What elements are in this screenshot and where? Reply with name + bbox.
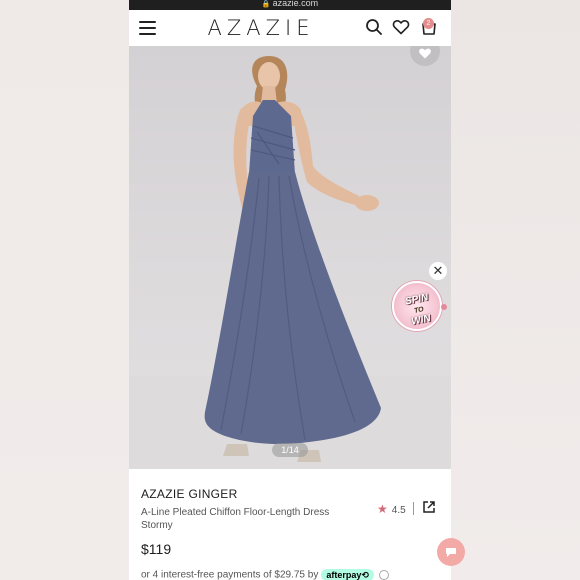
chat-icon	[446, 548, 456, 557]
phone-screen: 🔒 azazie.com AZAZIE 2 ✕ SPIN TO WIN 1/14…	[129, 0, 451, 580]
menu-icon[interactable]	[139, 21, 156, 35]
divider	[413, 502, 414, 515]
product-price: $119	[141, 541, 172, 557]
afterpay-text: or 4 interest-free payments of $29.75 by	[141, 569, 319, 580]
image-counter: 1/14	[272, 443, 308, 457]
afterpay-line: or 4 interest-free payments of $29.75 by…	[141, 569, 389, 580]
info-icon[interactable]	[378, 570, 389, 580]
product-info: AZAZIE GINGER A-Line Pleated Chiffon Flo…	[129, 469, 451, 580]
star-icon: ★	[377, 502, 388, 516]
chat-button[interactable]	[437, 538, 465, 566]
url-text: azazie.com	[272, 0, 319, 8]
close-promo-icon[interactable]: ✕	[429, 262, 447, 280]
site-header: AZAZIE 2	[129, 10, 451, 46]
model-photo	[129, 56, 451, 469]
cart-count-badge: 2	[423, 18, 434, 29]
lock-icon: 🔒	[261, 1, 271, 8]
search-icon[interactable]	[365, 18, 383, 36]
spin-to-win-widget[interactable]: SPIN TO WIN	[392, 281, 447, 331]
heart-icon	[419, 48, 431, 59]
spin-pointer-icon	[441, 304, 447, 310]
product-image[interactable]: ✕ SPIN TO WIN 1/14	[129, 46, 451, 469]
background-right	[451, 0, 580, 580]
rating-value: 4.5	[391, 505, 406, 516]
product-name: A-Line Pleated Chiffon Floor-Length Dres…	[141, 507, 330, 531]
url-bar[interactable]: 🔒 azazie.com	[129, 0, 451, 10]
wishlist-icon[interactable]	[392, 18, 410, 36]
background-left	[0, 0, 129, 580]
afterpay-logo[interactable]: afterpay⟲	[321, 569, 374, 580]
site-logo[interactable]: AZAZIE	[201, 16, 321, 40]
share-icon[interactable]	[422, 500, 436, 514]
product-brand[interactable]: AZAZIE GINGER	[141, 487, 238, 501]
product-rating[interactable]: ★ 4.5	[377, 502, 406, 516]
